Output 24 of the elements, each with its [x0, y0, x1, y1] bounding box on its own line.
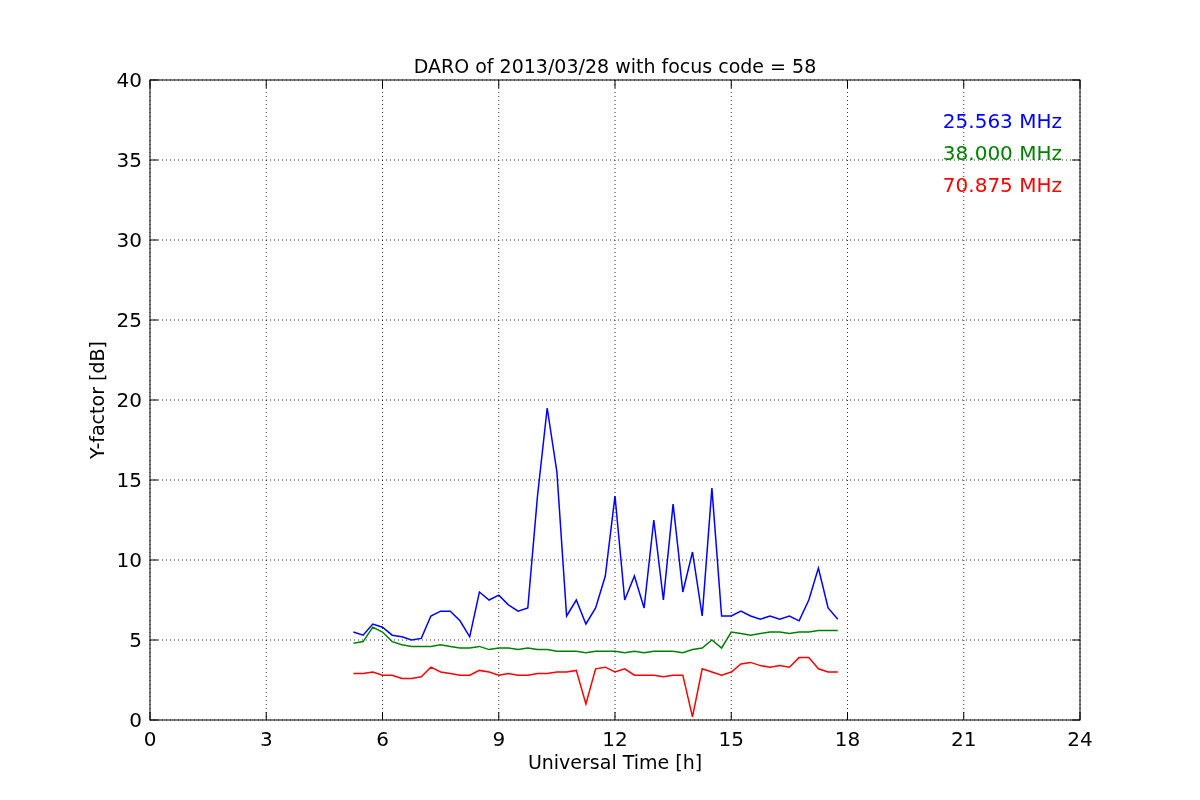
- legend-label: 70.875 MHz: [942, 173, 1062, 197]
- y-tick-label: 10: [116, 548, 142, 572]
- y-tick-label: 25: [116, 308, 142, 332]
- legend-label: 38.000 MHz: [942, 141, 1062, 165]
- y-tick-label: 35: [116, 148, 142, 172]
- x-tick-label: 0: [143, 727, 157, 751]
- chart-title: DARO of 2013/03/28 with focus code = 58: [413, 55, 817, 77]
- y-tick-label: 5: [129, 628, 142, 652]
- x-tick-label: 18: [834, 727, 861, 751]
- x-tick-label: 6: [376, 727, 389, 751]
- x-tick-label: 9: [492, 727, 506, 751]
- y-axis-label: Y-factor [dB]: [86, 341, 108, 459]
- x-tick-label: 3: [259, 727, 273, 751]
- x-tick-label: 15: [718, 727, 744, 751]
- y-tick-label: 0: [129, 708, 142, 732]
- x-tick-label: 12: [602, 727, 628, 751]
- x-axis-label: Universal Time [h]: [527, 751, 703, 773]
- x-tick-label: 21: [951, 727, 977, 751]
- legend-label: 25.563 MHz: [942, 109, 1062, 133]
- y-tick-label: 15: [116, 468, 142, 492]
- y-tick-label: 40: [116, 68, 142, 92]
- y-tick-label: 30: [116, 228, 142, 252]
- y-tick-label: 20: [116, 388, 142, 412]
- x-tick-label: 24: [1067, 727, 1093, 751]
